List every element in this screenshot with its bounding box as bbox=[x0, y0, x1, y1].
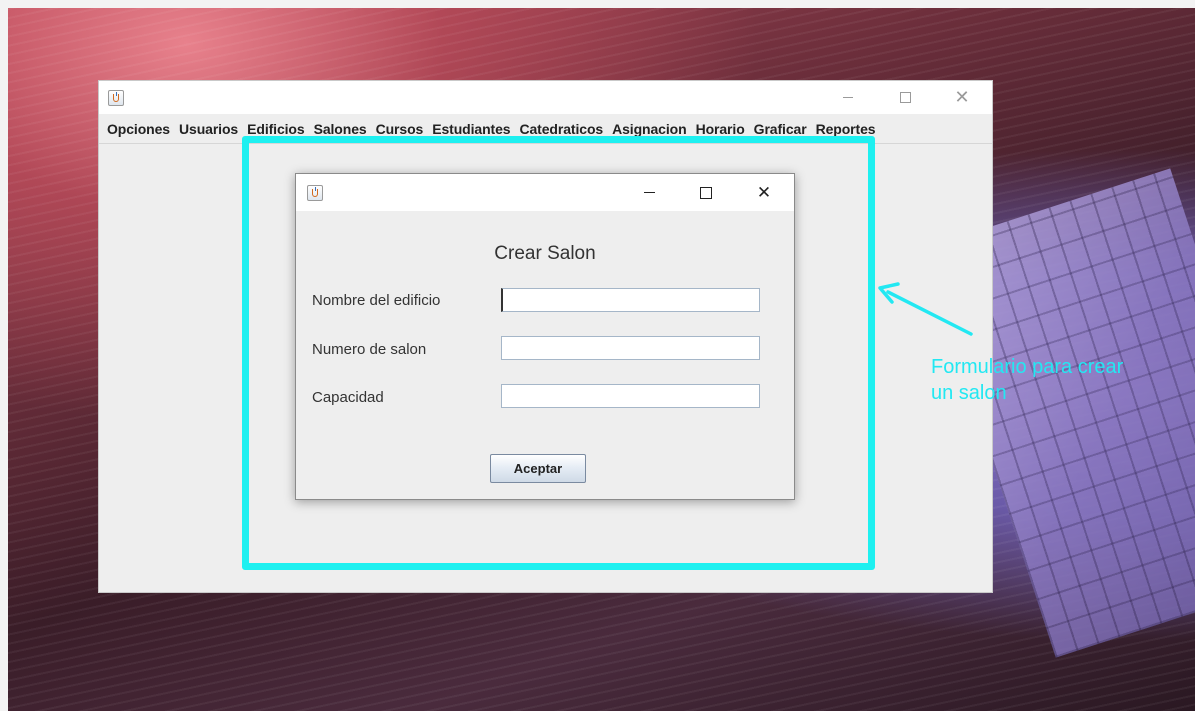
menu-catedraticos[interactable]: Catedraticos bbox=[519, 121, 603, 137]
main-titlebar[interactable]: ✕ bbox=[99, 81, 992, 114]
dialog-maximize-button[interactable] bbox=[683, 174, 729, 211]
nombre-edificio-input[interactable] bbox=[501, 288, 760, 312]
dialog-titlebar[interactable]: ✕ bbox=[296, 174, 794, 211]
maximize-icon bbox=[899, 92, 911, 103]
minimize-button[interactable] bbox=[825, 81, 871, 114]
nombre-edificio-label: Nombre del edificio bbox=[312, 292, 441, 309]
minimize-icon bbox=[843, 97, 853, 98]
annotation-line-2: un salon bbox=[931, 382, 1007, 404]
maximize-button[interactable] bbox=[882, 81, 928, 114]
java-app-icon bbox=[108, 90, 124, 106]
dialog-title: Crear Salon bbox=[494, 243, 596, 264]
menu-cursos[interactable]: Cursos bbox=[376, 121, 424, 137]
crear-salon-dialog: ✕ Crear Salon Nombre del edificio Numero… bbox=[295, 173, 795, 500]
aceptar-button[interactable]: Aceptar bbox=[490, 454, 586, 483]
menu-reportes[interactable]: Reportes bbox=[816, 121, 876, 137]
maximize-icon bbox=[700, 186, 712, 199]
minimize-icon bbox=[643, 192, 655, 193]
dialog-close-button[interactable]: ✕ bbox=[741, 174, 787, 211]
menu-horario[interactable]: Horario bbox=[696, 121, 745, 137]
annotation-line-1: Formulario para crear bbox=[931, 356, 1124, 378]
dialog-minimize-button[interactable] bbox=[626, 174, 672, 211]
numero-salon-input[interactable] bbox=[501, 336, 760, 360]
annotation-arrow-icon bbox=[878, 282, 973, 336]
java-app-icon bbox=[307, 185, 323, 201]
menu-salones[interactable]: Salones bbox=[314, 121, 367, 137]
menu-opciones[interactable]: Opciones bbox=[107, 121, 170, 137]
capacidad-input[interactable] bbox=[501, 384, 760, 408]
close-icon: ✕ bbox=[954, 87, 970, 107]
menu-asignacion[interactable]: Asignacion bbox=[612, 121, 687, 137]
menu-usuarios[interactable]: Usuarios bbox=[179, 121, 238, 137]
close-button[interactable]: ✕ bbox=[939, 81, 985, 114]
annotation-text: Formulario para crear un salon bbox=[931, 354, 1191, 406]
menu-estudiantes[interactable]: Estudiantes bbox=[432, 121, 510, 137]
menu-edificios[interactable]: Edificios bbox=[247, 121, 305, 137]
close-icon: ✕ bbox=[756, 182, 772, 202]
menu-graficar[interactable]: Graficar bbox=[754, 121, 807, 137]
numero-salon-label: Numero de salon bbox=[312, 341, 427, 358]
capacidad-label: Capacidad bbox=[312, 389, 384, 406]
